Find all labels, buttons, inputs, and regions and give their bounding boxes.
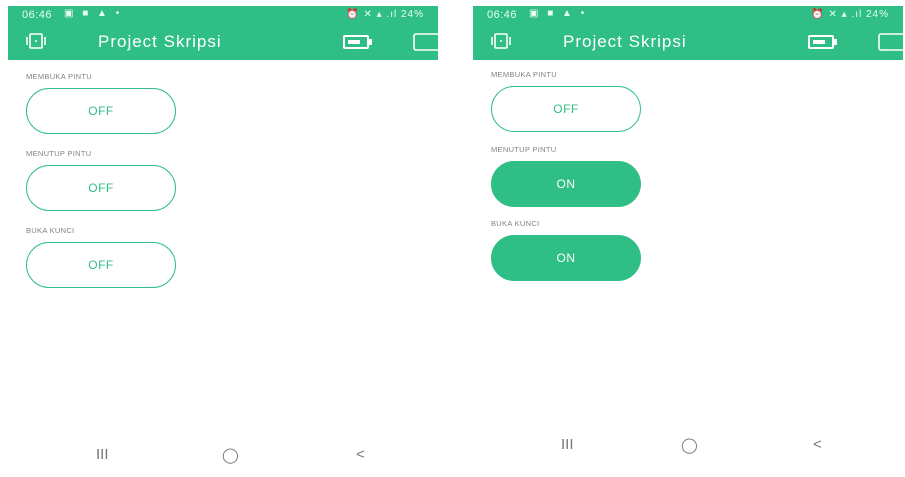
app-bar: Project Skripsi: [473, 24, 905, 60]
label-menutup-pintu: MENUTUP PINTU: [26, 149, 92, 158]
device-icon[interactable]: [26, 33, 46, 49]
toggle-state: ON: [556, 251, 576, 265]
battery-widget-icon[interactable]: [808, 35, 838, 49]
device-icon[interactable]: [491, 33, 511, 49]
menutup-pintu-toggle[interactable]: OFF: [26, 165, 176, 211]
menutup-pintu-toggle[interactable]: ON: [491, 161, 641, 207]
status-bar: 06:46 ▣ ■ ▲ • ⏰ ✕ ▴ .ıl 24%: [473, 6, 903, 24]
app-title: Project Skripsi: [98, 32, 222, 51]
home-button[interactable]: ◯: [681, 436, 698, 454]
status-battery-group: ⏰ ✕ ▴ .ıl 24%: [811, 9, 889, 20]
membuka-pintu-toggle[interactable]: OFF: [26, 88, 176, 134]
back-button[interactable]: <: [813, 436, 822, 453]
home-button[interactable]: ◯: [222, 446, 239, 464]
navigation-bar: III ◯ <: [8, 442, 438, 472]
toggle-state: OFF: [88, 181, 114, 195]
phone-screen-left: 06:46 ▣ ■ ▲ • ⏰ ✕ ▴ .ıl 24% Project Skri…: [8, 6, 441, 472]
toggle-state: OFF: [88, 258, 114, 272]
buka-kunci-toggle[interactable]: ON: [491, 235, 641, 281]
battery-percent: 24%: [865, 9, 889, 20]
square-icon[interactable]: [878, 33, 905, 51]
app-bar: Project Skripsi: [8, 24, 441, 60]
label-buka-kunci: BUKA KUNCI: [491, 219, 540, 228]
status-time: 06:46: [22, 9, 53, 21]
app-title: Project Skripsi: [563, 32, 687, 51]
status-battery-group: ⏰ ✕ ▴ .ıl 24%: [346, 9, 424, 20]
status-icons: ⏰ ✕ ▴ .ıl: [346, 9, 401, 20]
battery-percent: 24%: [400, 9, 424, 20]
status-icons: ⏰ ✕ ▴ .ıl: [811, 9, 866, 20]
notification-icons: ▣ ■ ▲ •: [64, 8, 123, 19]
label-membuka-pintu: MEMBUKA PINTU: [491, 70, 557, 79]
buka-kunci-toggle[interactable]: OFF: [26, 242, 176, 288]
toggle-state: OFF: [553, 102, 579, 116]
back-button[interactable]: <: [356, 446, 365, 463]
label-buka-kunci: BUKA KUNCI: [26, 226, 75, 235]
status-bar: 06:46 ▣ ■ ▲ • ⏰ ✕ ▴ .ıl 24%: [8, 6, 438, 24]
recents-button[interactable]: III: [96, 446, 109, 463]
label-membuka-pintu: MEMBUKA PINTU: [26, 72, 92, 81]
toggle-state: ON: [556, 177, 576, 191]
navigation-bar: III ◯ <: [473, 432, 903, 462]
toggle-state: OFF: [88, 104, 114, 118]
notification-icons: ▣ ■ ▲ •: [529, 8, 588, 19]
label-menutup-pintu: MENUTUP PINTU: [491, 145, 557, 154]
battery-widget-icon[interactable]: [343, 35, 373, 49]
phone-screen-right: 06:46 ▣ ■ ▲ • ⏰ ✕ ▴ .ıl 24% Project Skri…: [473, 6, 905, 472]
square-icon[interactable]: [413, 33, 441, 51]
status-time: 06:46: [487, 9, 518, 21]
recents-button[interactable]: III: [561, 436, 574, 453]
membuka-pintu-toggle[interactable]: OFF: [491, 86, 641, 132]
